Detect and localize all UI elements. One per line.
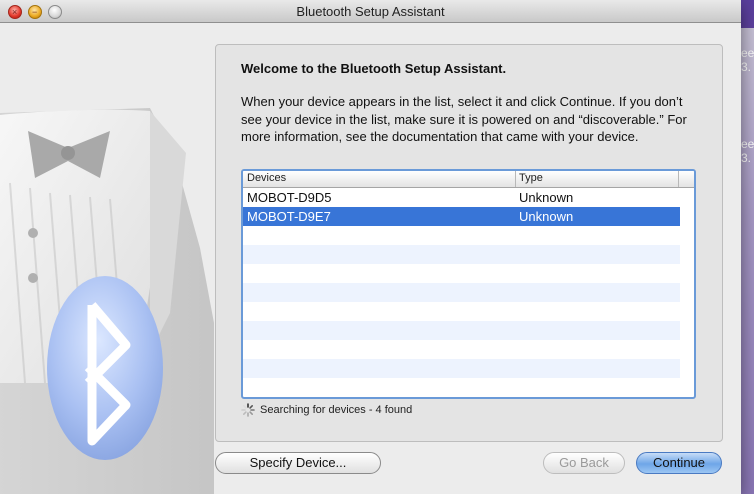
search-status: Searching for devices - 4 found	[241, 403, 412, 417]
empty-row	[243, 378, 680, 397]
progress-spinner-icon	[241, 403, 255, 417]
desktop-text-fragment: ee	[741, 46, 754, 60]
bow-tie-knot	[61, 146, 75, 160]
shirt-stud	[28, 228, 38, 238]
specify-device-button[interactable]: Specify Device...	[215, 452, 381, 474]
device-list[interactable]: Devices Type MOBOT-D9D5 Unknown MOBOT-D9…	[241, 169, 696, 399]
device-name: MOBOT-D9E7	[247, 209, 331, 224]
device-type: Unknown	[519, 209, 574, 224]
window-title: Bluetooth Setup Assistant	[296, 4, 445, 19]
devices-column-header[interactable]: Devices	[247, 172, 286, 184]
empty-row	[243, 321, 680, 340]
type-column-header[interactable]: Type	[519, 172, 543, 184]
tuxedo-bluetooth-artwork	[0, 23, 214, 494]
column-divider	[678, 171, 679, 187]
device-type: Unknown	[519, 190, 574, 205]
device-row-selected[interactable]: MOBOT-D9E7 Unknown	[243, 207, 680, 226]
empty-row	[243, 245, 680, 264]
instructions-text: When your device appears in the list, se…	[241, 94, 687, 144]
welcome-heading: Welcome to the Bluetooth Setup Assistant…	[241, 61, 507, 76]
empty-row	[243, 340, 680, 359]
continue-button[interactable]: Continue	[636, 452, 722, 474]
empty-row	[243, 283, 680, 302]
content-panel: Welcome to the Bluetooth Setup Assistant…	[215, 44, 723, 442]
desktop-text-fragment: ee	[741, 137, 754, 151]
column-divider	[515, 171, 516, 187]
device-list-header: Devices Type	[243, 171, 694, 188]
empty-row	[243, 359, 680, 378]
device-name: MOBOT-D9D5	[247, 190, 332, 205]
go-back-button[interactable]: Go Back	[543, 452, 625, 474]
empty-row	[243, 226, 680, 245]
shirt-stud	[28, 273, 38, 283]
desktop-text-fragment: 3.	[741, 60, 752, 74]
bluetooth-setup-window: × − Bluetooth Setup Assistant Welcome to…	[0, 0, 741, 494]
device-row[interactable]: MOBOT-D9D5 Unknown	[243, 188, 680, 207]
empty-row	[243, 302, 680, 321]
title-bar[interactable]: × − Bluetooth Setup Assistant	[0, 0, 741, 23]
desktop-text-fragment: 3.	[741, 151, 752, 165]
search-status-text: Searching for devices - 4 found	[260, 403, 413, 416]
device-rows: MOBOT-D9D5 Unknown MOBOT-D9E7 Unknown	[243, 188, 680, 397]
empty-row	[243, 264, 680, 283]
